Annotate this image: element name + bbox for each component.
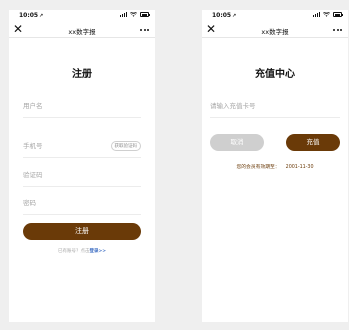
location-icon: ↗ <box>232 13 237 19</box>
membership-validity: 您的会员有效期至： 2001-11-30 <box>202 163 348 170</box>
nav-bar: ✕ xx数字报 <box>9 22 155 38</box>
username-input[interactable] <box>23 102 118 110</box>
login-hint: 已有账号？点击登录>> <box>9 248 155 254</box>
nav-title: xx数字报 <box>261 28 289 36</box>
validity-date: 2001-11-30 <box>285 165 314 170</box>
register-screen: 10:05↗ ✕ xx数字报 注册 获取验证码 注册 已有账号？点击登录>> <box>9 10 155 322</box>
battery-icon <box>333 12 343 17</box>
status-bar: 10:05↗ <box>9 10 155 22</box>
status-time: 10:05↗ <box>19 12 44 19</box>
status-bar: 10:05↗ <box>202 10 348 22</box>
phone-field-row: 获取验证码 <box>23 138 141 158</box>
register-button[interactable]: 注册 <box>23 223 141 240</box>
nav-title: xx数字报 <box>68 28 96 36</box>
card-field-row <box>210 98 340 118</box>
wifi-icon <box>323 12 330 17</box>
status-icons <box>313 12 343 17</box>
page-title: 注册 <box>72 69 92 80</box>
password-field-row <box>23 195 141 215</box>
login-hint-text: 已有账号？点击 <box>57 249 90 254</box>
page-title: 充值中心 <box>255 69 295 80</box>
get-code-button[interactable]: 获取验证码 <box>110 141 141 151</box>
password-input[interactable] <box>23 199 118 207</box>
status-time: 10:05↗ <box>212 12 237 19</box>
nav-bar: ✕ xx数字报 <box>202 22 348 38</box>
signal-icon <box>120 12 127 17</box>
wifi-icon <box>130 12 137 17</box>
location-icon: ↗ <box>39 13 44 19</box>
action-buttons: 取消 充值 <box>210 134 340 151</box>
code-input[interactable] <box>23 171 118 179</box>
more-icon[interactable] <box>333 29 342 31</box>
card-number-input[interactable] <box>210 102 314 110</box>
status-icons <box>120 12 150 17</box>
username-field-row <box>23 98 141 118</box>
phone-input[interactable] <box>23 142 118 150</box>
more-icon[interactable] <box>140 29 149 31</box>
recharge-screen: 10:05↗ ✕ xx数字报 充值中心 取消 充值 您的会员有效期至： 2001-… <box>202 10 348 322</box>
recharge-button[interactable]: 充值 <box>286 134 340 151</box>
cancel-button[interactable]: 取消 <box>210 134 264 151</box>
code-field-row <box>23 167 141 187</box>
login-link[interactable]: 登录>> <box>89 249 106 254</box>
battery-icon <box>140 12 150 17</box>
signal-icon <box>313 12 320 17</box>
validity-label: 您的会员有效期至： <box>236 165 280 170</box>
